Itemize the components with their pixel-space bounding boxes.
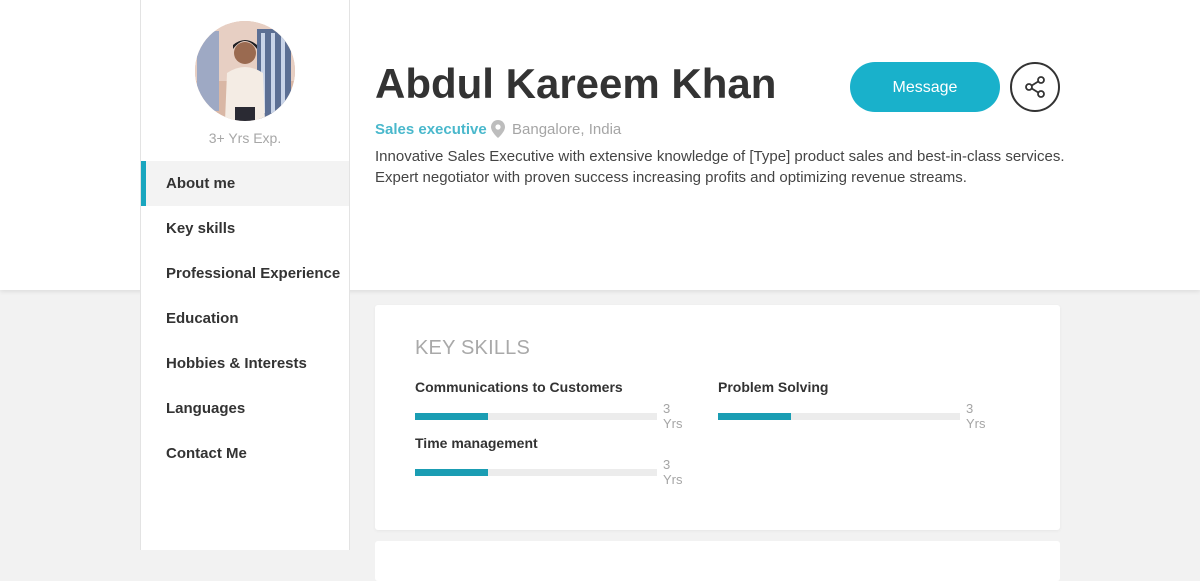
sidebar-item-professional-experience[interactable]: Professional Experience — [141, 251, 349, 296]
sidebar-item-key-skills[interactable]: Key skills — [141, 206, 349, 251]
profile-location: Bangalore, India — [491, 120, 621, 138]
skill-name: Communications to Customers — [415, 379, 623, 395]
skill-bar-fill — [415, 412, 488, 420]
skill-name: Time management — [415, 435, 538, 451]
skill-item: Time management 3 Yrs — [415, 435, 693, 487]
experience-label: 3+ Yrs Exp. — [208, 130, 282, 146]
skill-item: Communications to Customers 3 Yrs — [415, 379, 693, 431]
skill-bar-fill — [718, 412, 791, 420]
profile-name: Abdul Kareem Khan — [375, 60, 777, 107]
sidebar-item-languages[interactable]: Languages — [141, 386, 349, 431]
sidebar-nav: About me Key skills Professional Experie… — [141, 161, 349, 476]
skill-years: 3 Yrs — [966, 401, 986, 431]
key-skills-card: KEY SKILLS Communications to Customers 3… — [375, 305, 1060, 530]
share-button[interactable] — [1010, 62, 1060, 112]
sidebar-item-contact-me[interactable]: Contact Me — [141, 431, 349, 476]
next-section-card — [375, 541, 1060, 581]
skill-name: Problem Solving — [718, 379, 829, 395]
skill-years: 3 Yrs — [663, 401, 683, 431]
skill-bar-fill — [415, 468, 488, 476]
location-text: Bangalore, India — [512, 120, 622, 138]
location-pin-icon — [491, 120, 505, 138]
profile-role: Sales executive — [375, 121, 487, 138]
sidebar-item-about-me[interactable]: About me — [141, 161, 349, 206]
skill-bar — [718, 412, 961, 420]
skill-years: 3 Yrs — [663, 457, 683, 487]
bio-line: Innovative Sales Executive with extensiv… — [375, 148, 1065, 165]
message-button[interactable]: Message — [850, 62, 1000, 112]
bio-line: Expert negotiator with proven success in… — [375, 169, 967, 186]
profile-bio: Innovative Sales Executive with extensiv… — [375, 146, 1075, 188]
skill-bar — [415, 412, 658, 420]
avatar — [195, 21, 295, 121]
sidebar: 3+ Yrs Exp. About me Key skills Professi… — [140, 0, 350, 550]
sidebar-item-hobbies-interests[interactable]: Hobbies & Interests — [141, 341, 349, 386]
skill-item: Problem Solving 3 Yrs — [718, 379, 996, 431]
skill-bar — [415, 468, 658, 476]
sidebar-item-education[interactable]: Education — [141, 296, 349, 341]
key-skills-title: KEY SKILLS — [415, 337, 531, 359]
share-icon — [1025, 76, 1045, 98]
